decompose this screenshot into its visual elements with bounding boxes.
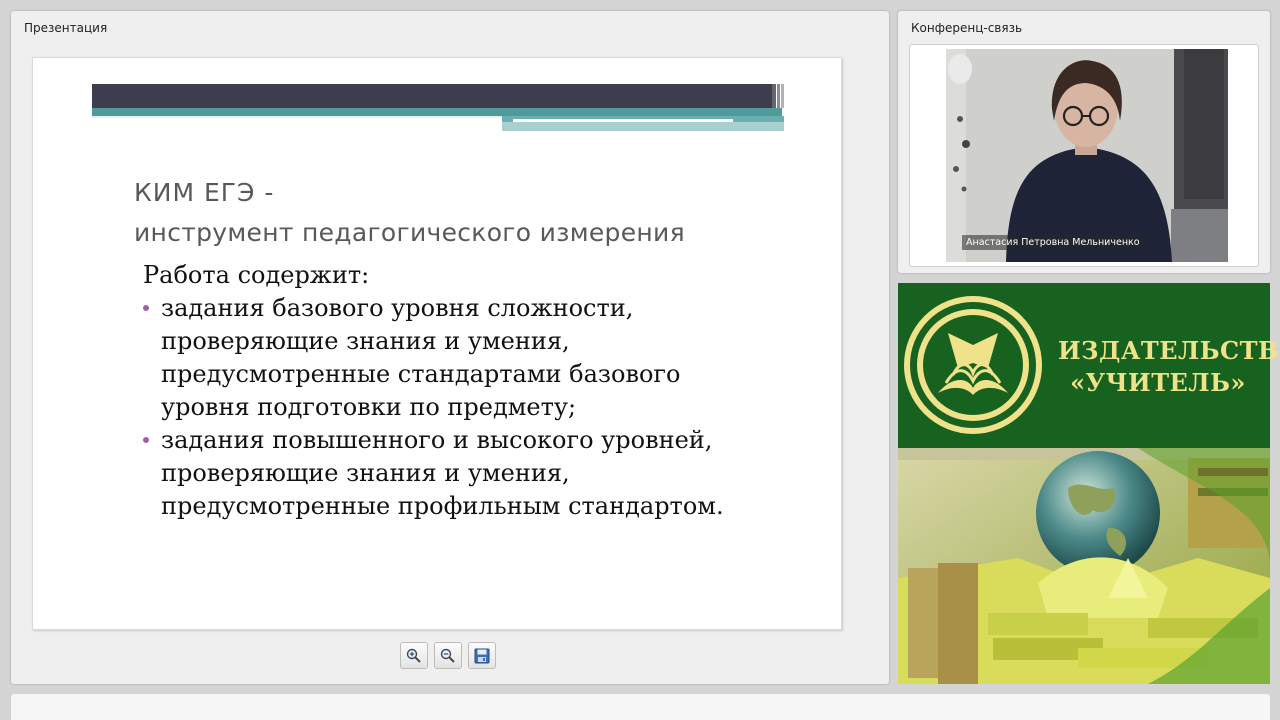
slide-lead: Работа содержит: (143, 261, 370, 289)
publisher-banner: ИЗДАТЕЛЬСТВО «УЧИТЕЛЬ» (898, 283, 1280, 448)
presentation-panel-title: Презентация (24, 21, 108, 35)
bullet-line: предусмотренные стандартами базового (161, 360, 681, 388)
zoom-out-button[interactable] (434, 642, 462, 669)
slide-heading: КИМ ЕГЭ - (134, 178, 275, 207)
presentation-panel: Презентация КИМ ЕГЭ - инструмент педагог… (11, 11, 889, 684)
bullet-line: уровня подготовки по предмету; (161, 393, 577, 421)
slide-decor-bar-teal (92, 108, 782, 116)
zoom-in-button[interactable] (400, 642, 428, 669)
bullet-dot-icon (143, 305, 149, 311)
zoom-in-icon (406, 648, 421, 663)
slide-bullet: задания базового уровня сложности, прове… (143, 292, 724, 424)
bullet-line: проверяющие знания и умения, (161, 459, 570, 487)
webcam-image (946, 49, 1228, 262)
conference-panel: Конференц-связь Анастасия Петровна Мельн… (898, 11, 1270, 273)
slide-bullet: задания повышенного и высокого уровней, … (143, 424, 724, 523)
save-button[interactable] (468, 642, 496, 669)
save-icon (474, 648, 490, 663)
publisher-logo-icon (904, 296, 1042, 434)
books-globe-image (898, 448, 1270, 684)
bullet-line: проверяющие знания и умения, (161, 327, 570, 355)
conference-panel-title: Конференц-связь (911, 21, 1023, 35)
slide-canvas: КИМ ЕГЭ - инструмент педагогического изм… (32, 57, 842, 630)
zoom-out-icon (440, 648, 455, 663)
publisher-name-line2: «УЧИТЕЛЬ» (1070, 368, 1246, 397)
presentation-toolbar (400, 642, 496, 669)
slide-decor-bar (92, 84, 772, 108)
participant-name-tag: Анастасия Петровна Мельниченко (962, 235, 1144, 250)
slide-body: Работа содержит: задания базового уровня… (143, 258, 724, 523)
webcam-feed (946, 49, 1228, 262)
bullet-dot-icon (143, 437, 149, 443)
video-window[interactable]: Анастасия Петровна Мельниченко (909, 44, 1259, 267)
slide-subheading: инструмент педагогического измерения (134, 218, 685, 247)
books-image (898, 448, 1270, 684)
bottom-panel (11, 694, 1270, 720)
bullet-line: предусмотренные профильным стандартом. (161, 492, 724, 520)
bullet-line: задания повышенного и высокого уровней, (161, 426, 713, 454)
publisher-name-line1: ИЗДАТЕЛЬСТВО (1058, 336, 1280, 365)
bullet-line: задания базового уровня сложности, (161, 294, 634, 322)
